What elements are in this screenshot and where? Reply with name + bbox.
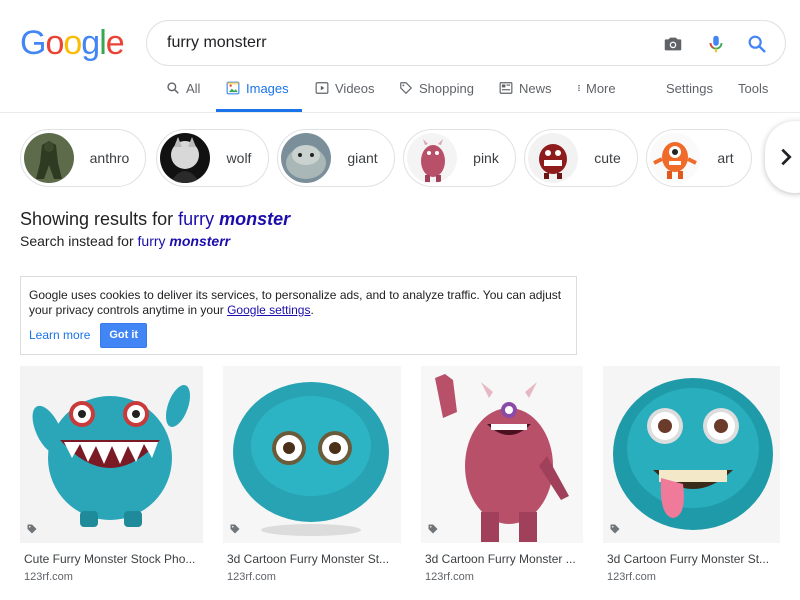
tab-label: More <box>586 81 616 96</box>
tag-icon <box>428 524 438 534</box>
search-input[interactable] <box>167 34 637 52</box>
search-icon <box>167 82 179 94</box>
tab-settings[interactable]: Settings <box>666 78 713 112</box>
image-result[interactable]: Cute Furry Monster Stock Pho... 123rf.co… <box>20 366 203 583</box>
result-source: 123rf.com <box>24 571 73 583</box>
learn-more-link[interactable]: Learn more <box>29 328 90 343</box>
chip-wolf[interactable]: wolf <box>156 129 269 187</box>
tag-icon <box>230 524 240 534</box>
chip-label: anthro <box>89 150 130 166</box>
search-instead: Search instead for furry monsterr <box>20 233 230 249</box>
tab-tools[interactable]: Tools <box>738 78 768 112</box>
chip-label: pink <box>473 150 499 166</box>
dots-vertical-icon <box>578 84 580 92</box>
chip-label: giant <box>347 150 378 166</box>
chip-cute[interactable]: cute <box>524 129 638 187</box>
image-result[interactable]: 3d Cartoon Furry Monster ... 123rf.com <box>421 366 583 583</box>
chip-thumbnail <box>650 133 700 183</box>
chip-label: wolf <box>226 150 252 166</box>
tab-label: Videos <box>335 81 375 96</box>
tab-label: Tools <box>738 81 769 96</box>
image-result[interactable]: 3d Cartoon Furry Monster St... 123rf.com <box>603 366 780 583</box>
tab-more[interactable]: More <box>575 78 616 112</box>
chip-thumbnail <box>528 133 578 183</box>
original-query-link[interactable]: furry monsterr <box>138 233 231 249</box>
camera-icon[interactable] <box>662 33 684 55</box>
corrected-query-link[interactable]: furry monster <box>178 209 290 229</box>
original-bold: monsterr <box>169 233 231 249</box>
corrected-bold: monster <box>219 209 291 229</box>
tag-icon <box>27 524 37 534</box>
newspaper-icon <box>499 82 513 94</box>
tab-label: Shopping <box>419 81 474 96</box>
original-plain: furry <box>137 233 166 249</box>
logo-letter: e <box>105 24 125 62</box>
result-source: 123rf.com <box>227 571 276 583</box>
cookie-notice: Google uses cookies to deliver its servi… <box>20 276 577 355</box>
search-box <box>146 20 786 66</box>
search-tabs: All Images Videos Shopping News More Set… <box>0 78 800 112</box>
tab-news[interactable]: News <box>499 78 552 112</box>
search-icon[interactable] <box>746 33 768 55</box>
chip-anthro[interactable]: anthro <box>20 129 146 187</box>
tab-label: Settings <box>666 81 713 96</box>
chevron-right-icon <box>781 148 792 166</box>
logo-letter: g <box>81 24 100 62</box>
logo-letter: o <box>63 24 82 62</box>
play-icon <box>315 82 329 94</box>
tab-label: Images <box>246 81 289 96</box>
tab-videos[interactable]: Videos <box>315 78 375 112</box>
divider <box>0 112 800 113</box>
tab-label: News <box>519 81 552 96</box>
result-image[interactable] <box>20 366 203 543</box>
image-result[interactable]: 3d Cartoon Furry Monster St... 123rf.com <box>223 366 401 583</box>
result-source: 123rf.com <box>425 571 474 583</box>
google-settings-link[interactable]: Google settings <box>227 303 310 317</box>
spelling-correction: Showing results for furry monster <box>20 209 290 230</box>
result-image[interactable] <box>421 366 583 543</box>
result-title[interactable]: 3d Cartoon Furry Monster St... <box>607 552 780 566</box>
tag-icon <box>400 82 413 95</box>
chip-thumbnail <box>24 133 74 183</box>
chip-giant[interactable]: giant <box>277 129 395 187</box>
logo-letter: G <box>20 24 46 62</box>
tab-all[interactable]: All <box>166 78 200 112</box>
image-icon <box>226 81 240 95</box>
result-source: 123rf.com <box>607 571 656 583</box>
got-it-button[interactable]: Got it <box>100 323 148 348</box>
instead-prefix: Search instead for <box>20 233 134 249</box>
result-title[interactable]: 3d Cartoon Furry Monster St... <box>227 552 401 566</box>
chip-pink[interactable]: pink <box>403 129 516 187</box>
google-logo[interactable]: Google <box>20 24 125 63</box>
tab-shopping[interactable]: Shopping <box>399 78 474 112</box>
chip-label: art <box>717 150 734 166</box>
chip-art[interactable]: art <box>646 129 752 187</box>
cookie-period: . <box>310 303 314 317</box>
chip-thumbnail <box>281 133 331 183</box>
tag-icon <box>610 524 620 534</box>
result-image[interactable] <box>223 366 401 543</box>
tab-label: All <box>186 81 201 96</box>
cookie-actions: Learn more Got it <box>29 323 148 348</box>
corrected-plain: furry <box>178 209 215 229</box>
related-chips: anthro wolf giant pink cute art <box>20 129 800 187</box>
showing-prefix: Showing results for <box>20 209 174 229</box>
result-title[interactable]: 3d Cartoon Furry Monster ... <box>425 552 583 566</box>
result-title[interactable]: Cute Furry Monster Stock Pho... <box>24 552 203 566</box>
result-image[interactable] <box>603 366 780 543</box>
chip-thumbnail <box>407 133 457 183</box>
logo-letter: o <box>45 24 64 62</box>
chip-thumbnail <box>160 133 210 183</box>
chip-label: cute <box>594 150 621 166</box>
microphone-icon[interactable] <box>705 33 727 55</box>
tab-images[interactable]: Images <box>216 78 302 112</box>
